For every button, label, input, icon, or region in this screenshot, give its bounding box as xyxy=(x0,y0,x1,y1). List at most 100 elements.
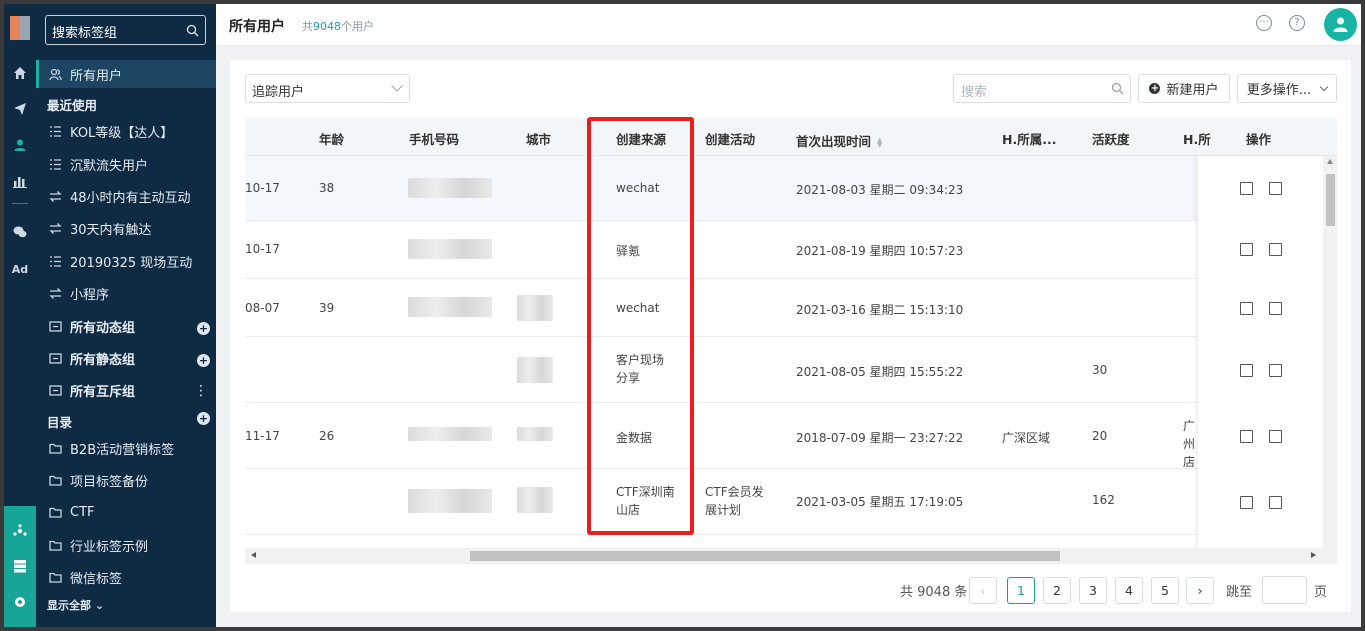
edit-icon[interactable] xyxy=(1240,430,1253,443)
edit-icon[interactable] xyxy=(1240,182,1253,195)
table-row[interactable]: 10-17 38 wechat 2021-08-03 星期二 09:34:23 xyxy=(245,156,1323,221)
add-static-group-icon[interactable]: + xyxy=(197,354,210,367)
table-row[interactable]: 10-17 驿氪 2021-08-19 星期四 10:57:23 xyxy=(245,221,1323,279)
sidebar-item-label: CTF xyxy=(70,504,95,520)
sidebar-folder-backup[interactable]: 项目标签备份 xyxy=(36,466,216,494)
sidebar-item-label: 项目标签备份 xyxy=(70,474,149,490)
scroll-left-arrow-icon[interactable] xyxy=(251,552,256,558)
wechat-icon[interactable] xyxy=(4,220,36,244)
scroll-right-arrow-icon[interactable] xyxy=(1311,552,1316,558)
col-campaign[interactable]: 创建活动 xyxy=(705,129,755,148)
jump-page-input[interactable] xyxy=(1262,576,1307,604)
help-icon[interactable]: ? xyxy=(1289,15,1305,31)
add-tag-icon[interactable] xyxy=(1269,496,1282,509)
page-4-button[interactable]: 4 xyxy=(1115,577,1143,604)
add-tag-icon[interactable] xyxy=(1269,430,1282,443)
sidebar-item-label: 30天内有触达 xyxy=(70,222,152,238)
chat-icon[interactable]: ··· xyxy=(1256,15,1272,31)
sidebar-folder-industry[interactable]: 行业标签示例 xyxy=(36,531,216,559)
age-cell: 26 xyxy=(319,429,335,443)
sidebar-item-kol[interactable]: KOL等级【达人】 xyxy=(36,117,216,145)
sidebar-folder-b2b[interactable]: B2B活动营销标签 xyxy=(36,434,216,462)
sidebar-item-20190325[interactable]: 20190325 现场互动 xyxy=(36,247,216,275)
folder-grid-icon xyxy=(48,319,62,333)
activity-cell: 30 xyxy=(1092,363,1108,377)
col-phone[interactable]: 手机号码 xyxy=(409,129,459,148)
new-user-label: 新建用户 xyxy=(1166,83,1219,98)
activity-cell: 20 xyxy=(1092,429,1108,443)
list-icon xyxy=(48,254,62,268)
col-source[interactable]: 创建来源 xyxy=(616,129,666,148)
show-all-link[interactable]: 显示全部 ⌄ xyxy=(47,597,104,613)
date-cell: 08-07 xyxy=(245,301,280,315)
user-icon[interactable] xyxy=(4,133,36,157)
sidebar-folder-ctf[interactable]: CTF xyxy=(36,498,216,526)
store-cell: 广州店 xyxy=(1183,419,1196,469)
sidebar-item-all-users[interactable]: 所有用户 xyxy=(36,60,216,88)
scrollbar-thumb[interactable] xyxy=(1326,174,1335,226)
city-redacted xyxy=(517,357,553,383)
add-tag-icon[interactable] xyxy=(1269,243,1282,256)
date-cell: 10-17 xyxy=(245,242,280,256)
col-activity[interactable]: 活跃度 xyxy=(1092,129,1130,148)
col-first-seen[interactable]: 首次出现时间 ▲ ▼ xyxy=(796,131,882,150)
scroll-up-arrow-icon[interactable] xyxy=(1327,159,1333,164)
sidebar-item-48h-interaction[interactable]: 48小时内有主动互动 xyxy=(36,182,216,210)
col-store[interactable]: H.所 xyxy=(1183,129,1211,148)
server-icon[interactable] xyxy=(4,554,36,578)
table-row[interactable]: 11-17 26 金数据 2018-07-09 星期一 23:27:22 广深区… xyxy=(245,403,1323,469)
page-5-button[interactable]: 5 xyxy=(1151,577,1179,604)
list-icon xyxy=(48,157,62,171)
add-tag-icon[interactable] xyxy=(1269,364,1282,377)
sidebar-folder-wechat[interactable]: 微信标签 xyxy=(36,563,216,591)
table-row[interactable]: 客户现场分享 2021-08-05 星期四 15:55:22 30 xyxy=(245,337,1323,403)
vertical-scrollbar[interactable] xyxy=(1323,156,1337,548)
more-actions-button[interactable]: 更多操作... xyxy=(1237,74,1337,103)
ad-icon[interactable]: Ad xyxy=(4,257,36,281)
sidebar-item-30d-reach[interactable]: 30天内有触达 xyxy=(36,214,216,242)
total-count: 共 9048 条 xyxy=(900,585,968,600)
rail-divider xyxy=(12,203,28,204)
sidebar-item-silent-churn[interactable]: 沉默流失用户 xyxy=(36,150,216,178)
table-search-input[interactable]: 搜索 xyxy=(953,74,1131,103)
more-vertical-icon[interactable]: ⋮ xyxy=(194,384,208,398)
new-user-button[interactable]: + 新建用户 xyxy=(1138,74,1230,103)
settings-gear-icon[interactable] xyxy=(4,590,36,614)
sidebar-item-dynamic-groups[interactable]: 所有动态组 xyxy=(36,312,216,340)
scrollbar-thumb[interactable] xyxy=(470,551,1060,561)
table-row[interactable]: CTF深圳南山店 CTF会员发展计划 2021-03-05 星期五 17:19:… xyxy=(245,469,1323,535)
edit-icon[interactable] xyxy=(1240,243,1253,256)
add-catalog-icon[interactable]: + xyxy=(197,412,210,425)
add-tag-icon[interactable] xyxy=(1269,182,1282,195)
add-tag-icon[interactable] xyxy=(1269,302,1282,315)
more-actions-label: 更多操作... xyxy=(1246,83,1312,98)
page-2-button[interactable]: 2 xyxy=(1043,577,1071,604)
send-icon[interactable] xyxy=(4,97,36,121)
col-age[interactable]: 年龄 xyxy=(319,129,344,148)
hub-icon[interactable] xyxy=(4,519,36,543)
home-icon[interactable] xyxy=(4,61,36,85)
bar-chart-icon[interactable] xyxy=(4,169,36,193)
page-1-button[interactable]: 1 xyxy=(1007,577,1035,604)
page-3-button[interactable]: 3 xyxy=(1079,577,1107,604)
next-page-button[interactable]: › xyxy=(1186,577,1214,604)
sidebar-item-exclusive-groups[interactable]: 所有互斥组 xyxy=(36,376,216,404)
sidebar-item-static-groups[interactable]: 所有静态组 xyxy=(36,344,216,372)
col-city[interactable]: 城市 xyxy=(526,129,551,148)
avatar[interactable] xyxy=(1324,8,1357,41)
add-dynamic-group-icon[interactable]: + xyxy=(197,322,210,335)
tracking-filter-select[interactable]: 追踪用户 xyxy=(245,74,410,103)
sort-icon[interactable]: ▲ ▼ xyxy=(877,136,882,148)
edit-icon[interactable] xyxy=(1240,496,1253,509)
first-seen-cell: 2021-03-05 星期五 17:19:05 xyxy=(796,495,964,509)
search-icon xyxy=(1111,82,1124,95)
edit-icon[interactable] xyxy=(1240,302,1253,315)
sidebar-item-mini-program[interactable]: 小程序 xyxy=(36,279,216,307)
prev-page-button[interactable]: ‹ xyxy=(969,577,997,604)
edit-icon[interactable] xyxy=(1240,364,1253,377)
table-row[interactable]: 08-07 39 wechat 2021-03-16 星期二 15:13:10 xyxy=(245,279,1323,337)
col-region[interactable]: H.所属... xyxy=(1002,129,1056,148)
actions-column xyxy=(1198,156,1323,548)
group-search-input[interactable]: 搜索标签组 xyxy=(45,15,206,45)
horizontal-scrollbar[interactable] xyxy=(245,548,1337,564)
